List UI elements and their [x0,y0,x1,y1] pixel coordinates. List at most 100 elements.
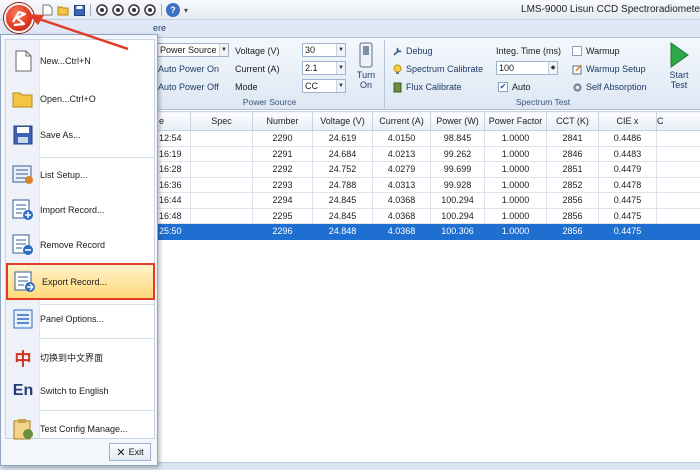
table-cell: 2296 [252,223,313,240]
spectrum-calibrate-button[interactable]: Spectrum Calibrate [392,61,483,77]
menu-item-export-record[interactable]: Export Record... [6,263,155,300]
flux-calibrate-label: Flux Calibrate [406,82,462,92]
auto-power-off-button[interactable]: Auto Power Off [158,79,219,95]
auto-check-icon: ✔ [498,82,508,92]
help-icon[interactable]: ? [166,3,180,17]
spin-icon[interactable]: ◆ [548,62,557,74]
table-cell [656,223,700,240]
menu-item-remove-record[interactable]: Remove Record [6,230,155,260]
flux-icon [393,82,402,92]
english-language-icon: En [12,382,34,399]
table-cell [656,192,700,209]
chinese-language-icon: 中 [14,349,32,369]
column-header[interactable]: Number [252,111,313,131]
menu-item-label: List Setup... [40,170,88,180]
menu-item-test-config[interactable]: Test Config Manage... [6,414,155,444]
menu-item-save-as[interactable]: Save As... [6,120,155,150]
table-cell: 2290 [252,130,313,147]
warmup-check-icon [572,46,582,56]
menu-item-english[interactable]: En Switch to English [6,376,155,406]
test-icon-4[interactable] [143,3,157,17]
table-cell: 2856 [546,223,599,240]
voltage-value: 30 [305,45,316,55]
power-source-group-label: Power Source [242,97,297,107]
gear-icon [573,83,582,91]
column-header[interactable]: Power (W) [430,111,485,131]
start-test-button[interactable]: Start Test [664,42,694,90]
column-header[interactable]: Voltage (V) [312,111,373,131]
table-cell: 2841 [546,130,599,147]
table-cell: 1.0000 [484,130,547,147]
table-cell: 0.4479 [598,161,657,178]
column-header[interactable]: Power Factor [484,111,547,131]
save-icon[interactable] [72,3,86,17]
table-cell: 2856 [546,192,599,209]
column-header[interactable]: Spec [190,111,253,131]
table-cell: 2295 [252,207,313,224]
column-header[interactable]: CIE x [598,111,657,131]
voltage-field[interactable]: 30 ▼ [302,43,346,57]
menu-item-list-setup[interactable]: List Setup... [6,160,155,190]
test-icon-1[interactable] [95,3,109,17]
table-cell: 98.845 [430,130,485,147]
flux-calibrate-button[interactable]: Flux Calibrate [392,79,462,95]
chevron-down-icon[interactable]: ▼ [219,44,228,56]
table-cell: 4.0279 [372,161,431,178]
menu-item-chinese[interactable]: 中 切换到中文界面 [6,342,155,372]
exit-button[interactable]: ✕ Exit [109,443,151,461]
auto-label: Auto [512,82,531,92]
title-bar: ? ▾ LMS-9000 Lisun CCD Spectroradiomete [0,0,700,20]
voltage-label: Voltage (V) [235,46,280,56]
wrench-icon [393,46,402,56]
menu-item-new[interactable]: New...Ctrl+N [6,46,155,76]
auto-power-on-button[interactable]: Auto Power On [158,61,219,77]
table-cell: 100.294 [430,207,485,224]
table-cell: 99.262 [430,145,485,162]
new-file-icon [11,49,35,73]
application-menu-button[interactable] [4,3,34,33]
warmup-setup-button[interactable]: Warmup Setup [572,61,646,77]
table-cell: 24.619 [312,130,373,147]
column-header[interactable]: CCT (K) [546,111,599,131]
warmup-checkbox[interactable]: Warmup [572,43,620,59]
close-icon: ✕ [116,446,126,459]
open-folder-icon[interactable] [56,3,70,17]
menu-item-panel-options[interactable]: Panel Options... [6,304,155,334]
new-file-icon[interactable] [40,3,54,17]
auto-checkbox[interactable]: ✔ Auto [498,79,531,95]
test-icon-2[interactable] [111,3,125,17]
debug-button[interactable]: Debug [392,43,433,59]
table-cell: 0.4475 [598,192,657,209]
config-manage-icon [11,417,35,441]
table-cell: 2856 [546,207,599,224]
chevron-down-icon[interactable]: ▼ [336,62,345,74]
current-field[interactable]: 2.1 ▼ [302,61,346,75]
panel-options-icon [11,307,35,331]
spectrum-test-group: Debug Spectrum Calibrate Flux Calibrate … [386,40,700,108]
table-cell [656,130,700,147]
table-cell: 4.0213 [372,145,431,162]
customize-toolbar-icon[interactable]: ▾ [184,6,188,15]
spectrum-calibrate-label: Spectrum Calibrate [406,64,484,74]
tab-home[interactable]: ere [153,23,166,33]
chevron-down-icon[interactable]: ▼ [336,44,345,56]
menu-item-import-record[interactable]: Import Record... [6,195,155,225]
menu-item-label: Export Record... [42,276,108,287]
menu-item-open[interactable]: Open...Ctrl+O [6,84,155,114]
test-icon-3[interactable] [127,3,141,17]
turn-on-button[interactable]: Turn On [351,42,381,90]
mode-select[interactable]: CC ▼ [302,79,346,93]
start-test-label-1: Start [669,70,689,80]
column-header[interactable]: C [656,111,700,131]
list-setup-icon [11,163,35,187]
table-cell: 4.0368 [372,223,431,240]
integ-time-stepper[interactable]: 100 ◆ [496,61,558,75]
turn-on-label-2: On [359,80,372,90]
self-absorption-button[interactable]: Self Absorption [572,79,647,95]
remove-record-icon [11,233,35,257]
table-cell: 2291 [252,145,313,162]
open-folder-icon [11,87,35,111]
chevron-down-icon[interactable]: ▼ [336,80,345,92]
power-source-combo[interactable]: Power Source ▼ [157,43,229,57]
column-header[interactable]: Current (A) [372,111,431,131]
